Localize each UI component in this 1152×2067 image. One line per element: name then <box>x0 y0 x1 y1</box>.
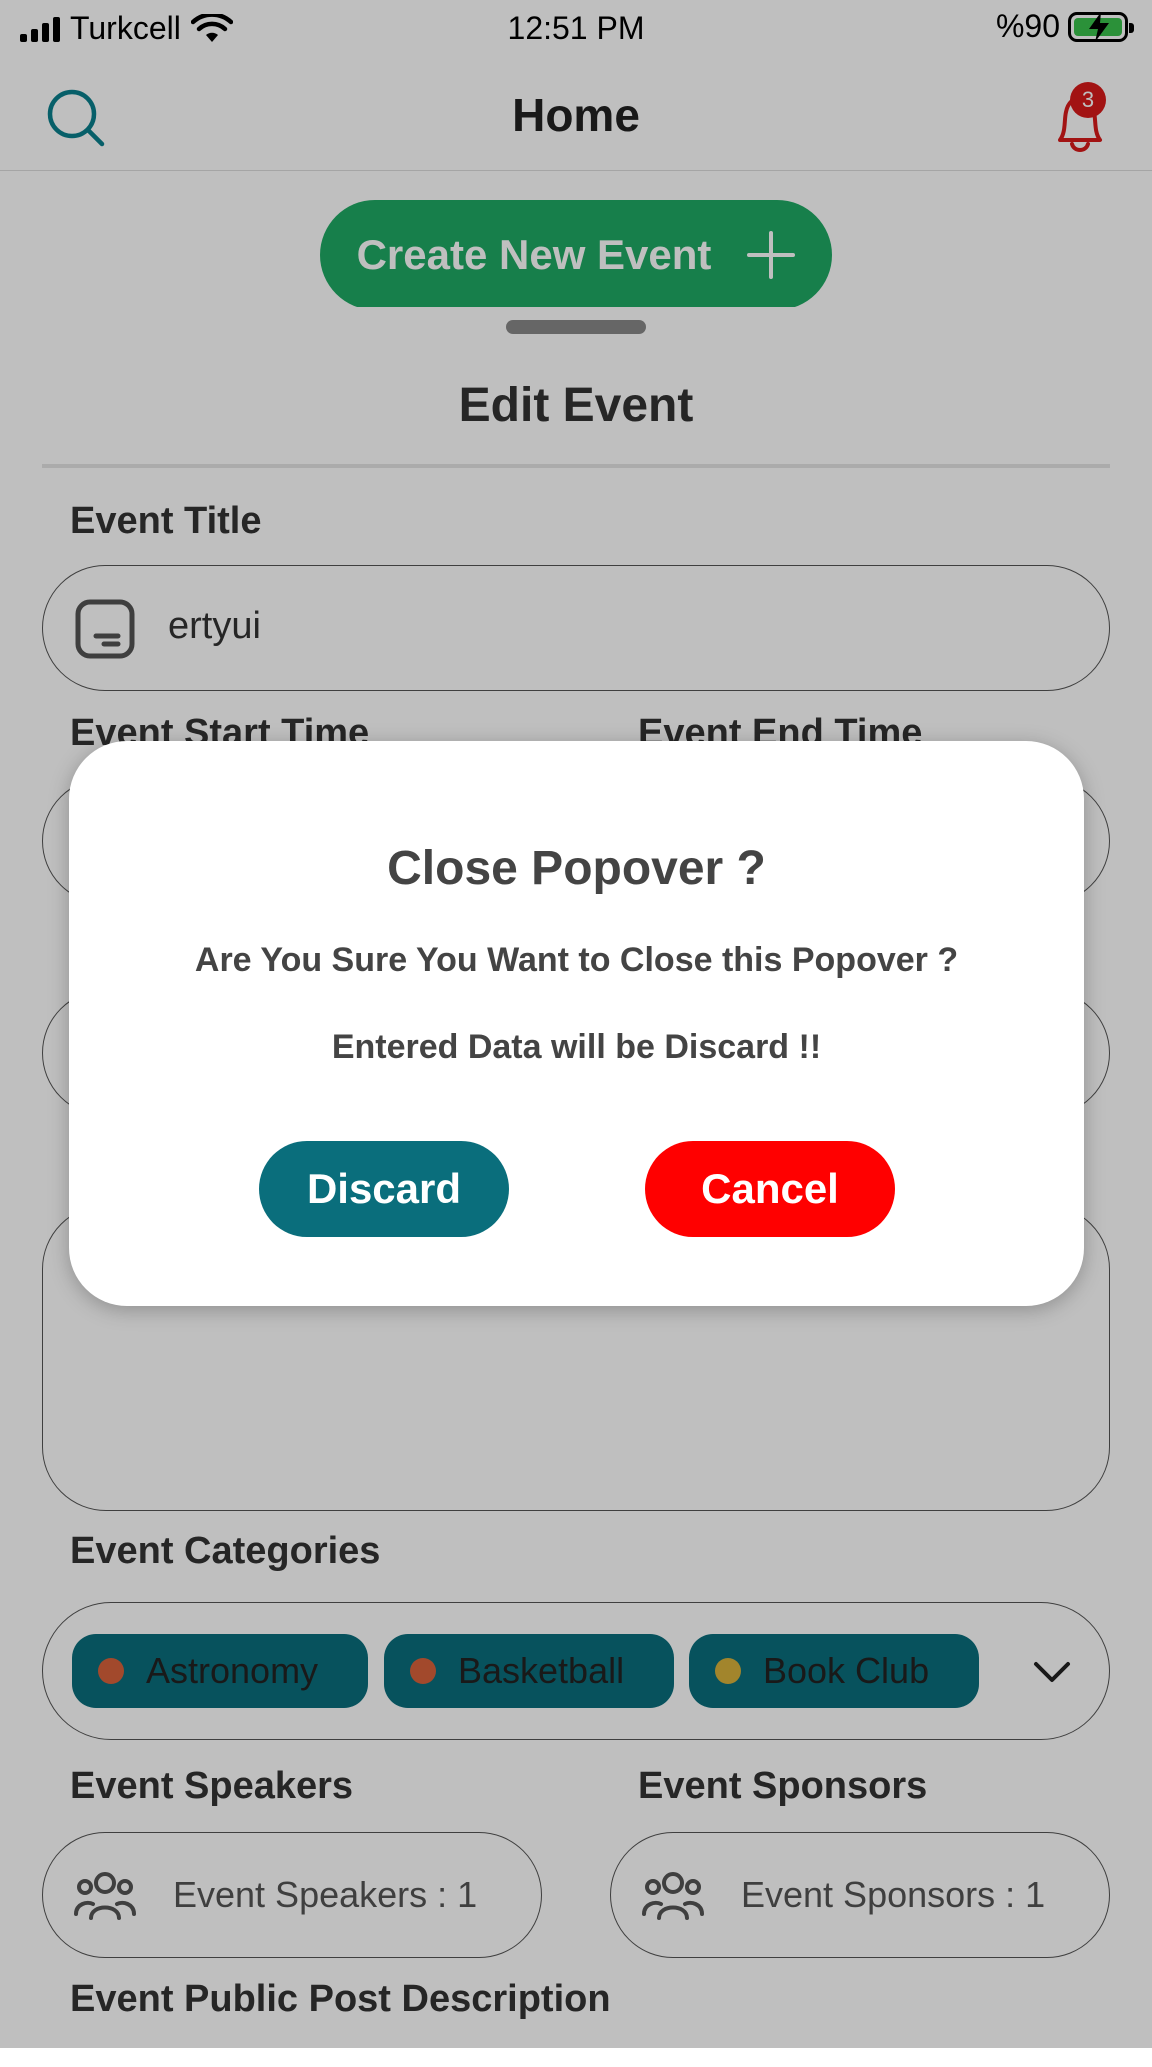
cancel-button[interactable]: Cancel <box>645 1141 895 1237</box>
dialog-warning: Entered Data will be Discard !! <box>331 1028 822 1066</box>
close-popover-dialog: Close Popover ? Are You Sure You Want to… <box>69 741 1084 1306</box>
discard-button[interactable]: Discard <box>259 1141 509 1237</box>
dialog-title: Close Popover ? <box>387 842 766 895</box>
dialog-message: Are You Sure You Want to Close this Popo… <box>194 941 959 979</box>
